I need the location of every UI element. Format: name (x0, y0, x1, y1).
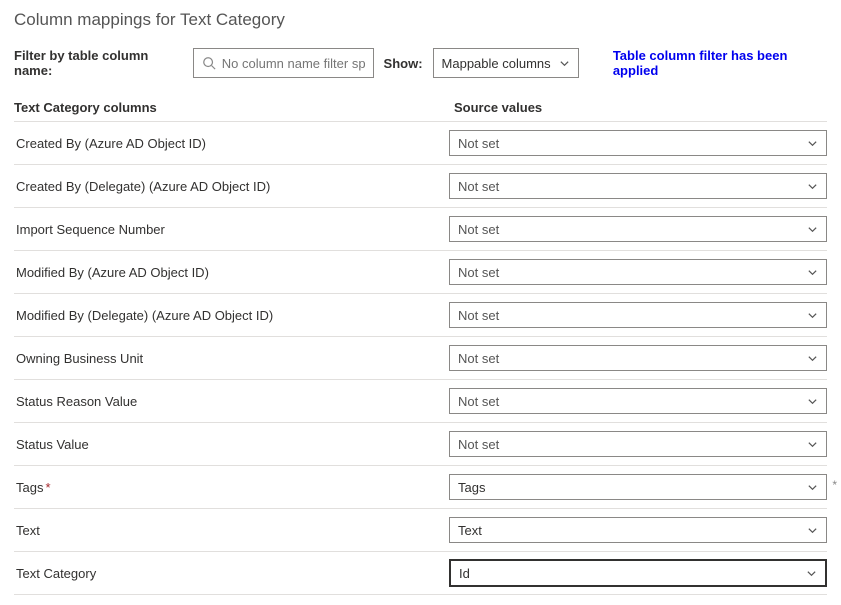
header-source: Source values (454, 100, 542, 115)
chevron-down-icon (807, 439, 818, 450)
source-value-dropdown[interactable]: Not set (449, 388, 827, 414)
mapping-select-wrap: Id (449, 559, 827, 587)
source-value-text: Not set (458, 179, 499, 194)
mapping-select-wrap: Not set (449, 259, 827, 285)
source-value-dropdown[interactable]: Not set (449, 259, 827, 285)
mapping-select-wrap: Text (449, 517, 827, 543)
chevron-down-icon (807, 353, 818, 364)
filter-label: Filter by table column name: (14, 48, 183, 78)
filter-applied-notice: Table column filter has been applied (613, 48, 827, 78)
source-value-text: Not set (458, 222, 499, 237)
show-dropdown[interactable]: Mappable columns (433, 48, 579, 78)
source-value-dropdown[interactable]: Not set (449, 302, 827, 328)
source-value-dropdown[interactable]: Id (449, 559, 827, 587)
mapping-row: Status Value Not set (14, 423, 827, 466)
chevron-down-icon (807, 181, 818, 192)
mapping-rows: Created By (Azure AD Object ID)Not setCr… (14, 122, 827, 595)
search-icon (202, 56, 216, 70)
chevron-down-icon (807, 396, 818, 407)
source-value-text: Not set (458, 394, 499, 409)
chevron-down-icon (559, 58, 570, 69)
show-value: Mappable columns (442, 56, 551, 71)
chevron-down-icon (807, 525, 818, 536)
mapping-column-label: Modified By (Azure AD Object ID) (14, 265, 449, 280)
mapping-select-wrap: Not set (449, 431, 827, 457)
source-value-text: Text (458, 523, 482, 538)
source-value-text: Tags (458, 480, 485, 495)
mapping-row: Created By (Azure AD Object ID) Not set (14, 122, 827, 165)
header-columns: Text Category columns (14, 100, 454, 115)
mapping-select-wrap: Not set (449, 345, 827, 371)
source-value-dropdown[interactable]: Not set (449, 216, 827, 242)
mapping-select-wrap: Not set (449, 216, 827, 242)
source-value-text: Not set (458, 265, 499, 280)
columns-header: Text Category columns Source values (14, 96, 827, 122)
source-value-text: Id (459, 566, 470, 581)
filter-row: Filter by table column name: Show: Mappa… (14, 48, 827, 78)
mapping-column-label: Created By (Delegate) (Azure AD Object I… (14, 179, 449, 194)
filter-input[interactable] (222, 56, 365, 71)
mapping-row: Created By (Delegate) (Azure AD Object I… (14, 165, 827, 208)
source-value-text: Not set (458, 136, 499, 151)
required-indicator: * (45, 480, 50, 495)
mapping-select-wrap: Not set (449, 130, 827, 156)
mapping-column-label: Status Reason Value (14, 394, 449, 409)
chevron-down-icon (807, 267, 818, 278)
source-value-dropdown[interactable]: Not set (449, 431, 827, 457)
source-value-dropdown[interactable]: Text (449, 517, 827, 543)
source-value-dropdown[interactable]: Not set (449, 173, 827, 199)
mapping-column-label: Owning Business Unit (14, 351, 449, 366)
mapping-select-wrap: Not set (449, 388, 827, 414)
mapping-select-wrap: Not set (449, 302, 827, 328)
chevron-down-icon (807, 138, 818, 149)
mapping-column-label: Created By (Azure AD Object ID) (14, 136, 449, 151)
mapping-column-label: Modified By (Delegate) (Azure AD Object … (14, 308, 449, 323)
mapping-column-label: Status Value (14, 437, 449, 452)
trailing-mark: * (832, 478, 837, 492)
mapping-row: Text Text (14, 509, 827, 552)
mapping-column-label: Import Sequence Number (14, 222, 449, 237)
source-value-text: Not set (458, 351, 499, 366)
source-value-dropdown[interactable]: Tags (449, 474, 827, 500)
source-value-dropdown[interactable]: Not set (449, 130, 827, 156)
filter-input-wrap[interactable] (193, 48, 374, 78)
mapping-row: Status Reason Value Not set (14, 380, 827, 423)
mapping-row: Modified By (Delegate) (Azure AD Object … (14, 294, 827, 337)
mapping-select-wrap: Tags* (449, 474, 827, 500)
chevron-down-icon (807, 482, 818, 493)
chevron-down-icon (807, 224, 818, 235)
mapping-row: Owning Business Unit Not set (14, 337, 827, 380)
mapping-column-label: Text Category (14, 566, 449, 581)
source-value-text: Not set (458, 308, 499, 323)
mapping-column-label: Tags* (14, 480, 449, 495)
mapping-row: Import Sequence Number Not set (14, 208, 827, 251)
mapping-row: Text Category Id (14, 552, 827, 595)
source-value-text: Not set (458, 437, 499, 452)
chevron-down-icon (806, 568, 817, 579)
mapping-column-label: Text (14, 523, 449, 538)
page-title: Column mappings for Text Category (14, 10, 827, 30)
show-label: Show: (384, 56, 423, 71)
source-value-dropdown[interactable]: Not set (449, 345, 827, 371)
mapping-select-wrap: Not set (449, 173, 827, 199)
mapping-row: Modified By (Azure AD Object ID) Not set (14, 251, 827, 294)
chevron-down-icon (807, 310, 818, 321)
mapping-row: Tags*Tags* (14, 466, 827, 509)
